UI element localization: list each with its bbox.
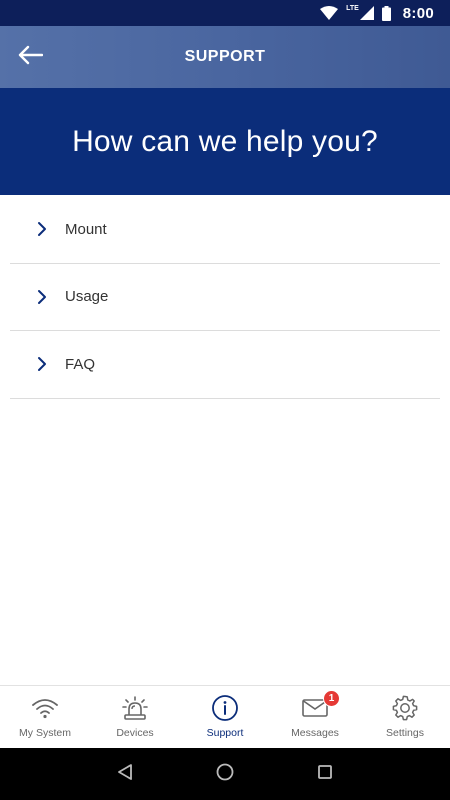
nav-item-messages[interactable]: 1 Messages <box>270 686 360 748</box>
nav-label: Messages <box>291 727 339 739</box>
gear-icon <box>391 694 419 722</box>
wifi-icon <box>31 694 59 722</box>
app-bar: SUPPORT <box>0 26 450 88</box>
support-item-label: Mount <box>65 220 107 238</box>
recents-square-icon <box>317 764 333 785</box>
nav-item-support[interactable]: Support <box>180 686 270 748</box>
chevron-right-icon <box>37 289 51 305</box>
chevron-right-icon <box>37 356 51 372</box>
back-arrow-icon <box>17 45 44 70</box>
chevron-right-icon <box>37 221 51 237</box>
support-item-label: FAQ <box>65 355 96 373</box>
status-time: 8:00 <box>402 4 434 22</box>
battery-icon <box>381 5 391 21</box>
status-bar: LTE 8:00 <box>0 0 450 26</box>
wifi-icon <box>320 6 339 20</box>
system-home-button[interactable] <box>205 754 245 794</box>
hero-banner: How can we help you? <box>0 88 450 195</box>
bottom-navigation: My System Devices Support 1 Messages Set… <box>0 685 450 748</box>
support-item-usage[interactable]: Usage <box>10 264 440 331</box>
nav-label: Devices <box>116 727 154 739</box>
back-button[interactable] <box>14 42 46 72</box>
nav-label: Settings <box>386 727 424 739</box>
nav-label: Support <box>206 727 244 739</box>
support-item-mount[interactable]: Mount <box>10 196 440 264</box>
network-type-label: LTE <box>346 4 359 12</box>
info-icon <box>211 694 239 722</box>
support-list: Mount Usage FAQ <box>10 196 440 399</box>
back-triangle-icon <box>117 763 133 786</box>
system-recents-button[interactable] <box>305 754 345 794</box>
system-navigation-bar <box>0 748 450 800</box>
nav-item-settings[interactable]: Settings <box>360 686 450 748</box>
support-item-faq[interactable]: FAQ <box>10 331 440 399</box>
hero-heading: How can we help you? <box>72 124 378 158</box>
page-title: SUPPORT <box>184 48 266 65</box>
cellular-signal-icon: LTE <box>346 4 374 20</box>
nav-label: My System <box>19 727 71 739</box>
nav-item-devices[interactable]: Devices <box>90 686 180 748</box>
system-back-button[interactable] <box>105 754 145 794</box>
home-circle-icon <box>215 762 235 787</box>
nav-item-my-system[interactable]: My System <box>0 686 90 748</box>
unread-count-badge: 1 <box>323 690 340 707</box>
support-item-label: Usage <box>65 288 109 306</box>
siren-icon <box>121 694 149 722</box>
